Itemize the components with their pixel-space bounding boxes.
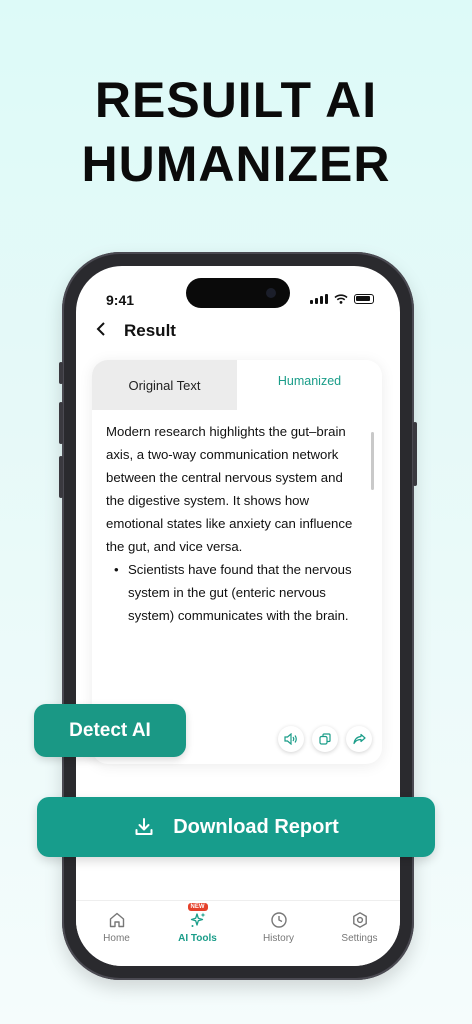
clock-icon <box>270 912 287 928</box>
back-icon[interactable] <box>96 320 110 341</box>
hero-line-1: RESUILT AI <box>94 72 378 128</box>
gear-icon <box>352 912 367 928</box>
phone-volume-up <box>59 402 63 444</box>
phone-screen: 9:41 Result Original Text Humanized Mode… <box>76 266 400 966</box>
tab-home[interactable]: Home <box>85 911 149 966</box>
new-badge: NEW <box>187 903 208 911</box>
signal-icon <box>310 294 328 304</box>
download-icon <box>135 818 153 835</box>
text-bullet-list: Scientists have found that the nervous s… <box>114 558 362 627</box>
wifi-icon <box>334 294 348 304</box>
sparkle-icon <box>190 912 205 927</box>
download-report-button[interactable]: Download Report <box>37 797 435 857</box>
status-icons <box>310 294 374 304</box>
tab-humanized[interactable]: Humanized <box>237 360 382 410</box>
tab-ai-tools-label: AI Tools <box>178 933 217 944</box>
home-icon <box>109 912 124 928</box>
text-bullet: Scientists have found that the nervous s… <box>114 558 362 627</box>
tab-original-text[interactable]: Original Text <box>92 360 237 410</box>
tab-settings[interactable]: Settings <box>328 911 392 966</box>
tab-settings-label: Settings <box>341 933 378 944</box>
phone-silent-switch <box>59 362 63 384</box>
detect-ai-button[interactable]: Detect AI <box>34 704 186 757</box>
nav-header: Result <box>96 320 176 341</box>
battery-icon <box>354 294 374 304</box>
copy-icon <box>319 733 331 745</box>
bottom-tab-bar: Home NEW AI Tools History Settings <box>76 900 400 966</box>
page-title: Result <box>124 320 176 340</box>
tab-ai-tools[interactable]: NEW AI Tools <box>166 903 230 966</box>
speaker-button[interactable] <box>278 726 304 752</box>
status-time: 9:41 <box>106 292 135 308</box>
tab-history[interactable]: History <box>247 911 311 966</box>
text-scrollbar[interactable] <box>371 432 374 490</box>
speaker-icon <box>284 733 297 745</box>
result-tabs: Original Text Humanized <box>92 360 382 410</box>
hero-line-2: HUMANIZER <box>81 136 391 192</box>
share-icon <box>352 733 366 745</box>
tab-home-label: Home <box>103 933 130 944</box>
phone-power-button <box>413 422 417 486</box>
text-actions <box>278 726 372 752</box>
phone-mockup: 9:41 Result Original Text Humanized Mode… <box>59 252 417 980</box>
share-button[interactable] <box>346 726 372 752</box>
camera-icon <box>266 288 276 298</box>
text-paragraph: Modern research highlights the gut–brain… <box>106 424 353 554</box>
tab-history-label: History <box>262 933 295 944</box>
copy-button[interactable] <box>312 726 338 752</box>
dynamic-island <box>186 278 290 308</box>
phone-volume-down <box>59 456 63 498</box>
download-report-label: Download Report <box>173 815 339 838</box>
humanized-text: Modern research highlights the gut–brain… <box>106 420 362 627</box>
hero-headline: RESUILT AI HUMANIZER <box>0 68 472 196</box>
